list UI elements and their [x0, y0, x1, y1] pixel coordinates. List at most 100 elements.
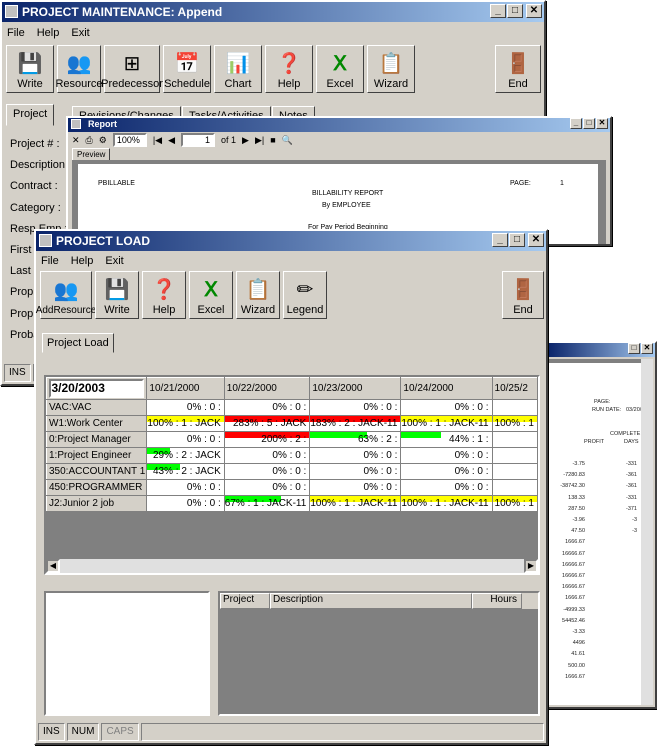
load-cell[interactable]: 100% : 1 : JACK-11 [400, 415, 493, 432]
last-page-icon[interactable]: ▶| [255, 135, 264, 146]
wizard-button[interactable]: 📋 Wizard [367, 45, 415, 93]
column-header[interactable]: 10/22/2000 [223, 377, 311, 400]
load-cell[interactable]: 67% : 1 : JACK-11 [224, 495, 311, 512]
load-cell[interactable]: 43% : 2 : JACK [146, 463, 225, 480]
prev-page-icon[interactable]: ◀ [168, 135, 175, 146]
load-cell[interactable]: 0% : 0 : [146, 431, 225, 448]
load-cell[interactable]: 0% : 0 : [309, 463, 402, 480]
report-title-bar[interactable]: Report _ □ ✕ [68, 118, 610, 132]
column-header[interactable]: 10/25/2 [491, 377, 538, 400]
end-button[interactable]: 🚪 End [502, 271, 544, 319]
row-header[interactable]: VAC:VAC [46, 398, 148, 416]
resource-list[interactable] [44, 591, 210, 716]
load-cell[interactable]: 183% : 2 : JACK-11 [309, 415, 402, 432]
tab-project-load[interactable]: Project Load [42, 333, 114, 353]
end-button[interactable]: 🚪 End [495, 45, 541, 93]
date-input[interactable]: 3/20/2003 [48, 378, 145, 398]
print-icon[interactable]: ⎙ [86, 135, 93, 146]
load-cell[interactable]: 0% : 0 : [400, 399, 493, 416]
setup-icon[interactable]: ⚙ [99, 135, 107, 146]
menu-file[interactable]: File [6, 25, 26, 43]
excel-button[interactable]: Ⅹ Excel [316, 45, 364, 93]
add-resource-button[interactable]: 👥 AddResource [36, 271, 96, 319]
report2-title-bar[interactable]: □ ✕ [548, 343, 655, 357]
column-header[interactable]: Project [220, 593, 270, 609]
next-page-icon[interactable]: ▶ [242, 135, 249, 146]
help-button[interactable]: ❓ Help [142, 271, 186, 319]
column-header[interactable]: 10/21/2000 [146, 377, 225, 400]
row-header[interactable]: 450:PROGRAMMER [46, 478, 148, 496]
maximize-button[interactable]: □ [583, 118, 595, 129]
load-cell[interactable]: 0% : 0 : [309, 479, 402, 496]
table-row[interactable]: 1:Project Engineer 29% : 2 : JACK 0% : 0 :… [46, 446, 538, 464]
row-header[interactable]: 350:ACCOUNTANT 1 [46, 462, 148, 480]
predecessor-button[interactable]: ⊞ Predecessor [101, 45, 163, 93]
load-cell[interactable]: 0% : 0 : [146, 399, 225, 416]
load-cell[interactable]: 0% : 0 : [309, 447, 402, 464]
load-cell[interactable]: 63% : 2 : [309, 431, 402, 448]
row-header[interactable]: 1:Project Engineer [46, 446, 148, 464]
maximize-button[interactable]: □ [628, 343, 640, 354]
zoom-select[interactable]: 100% [112, 133, 147, 147]
menu-help[interactable]: Help [70, 253, 95, 271]
search-icon[interactable]: 🔍 [282, 135, 293, 146]
load-cell[interactable]: 29% : 2 : JACK [146, 447, 225, 464]
maximize-button[interactable]: □ [507, 4, 523, 18]
load-cell[interactable]: 0% : 0 : [224, 399, 311, 416]
load-cell[interactable]: 200% : 2 : [224, 431, 311, 448]
minimize-button[interactable]: _ [492, 233, 508, 247]
page-input[interactable]: 1 [181, 133, 216, 147]
close-button[interactable]: ✕ [596, 118, 608, 129]
help-button[interactable]: ❓ Help [265, 45, 313, 93]
scroll-left-icon[interactable]: ◀ [46, 559, 60, 573]
resource-button[interactable]: 👥 Resource [55, 45, 103, 93]
load-cell[interactable]: 0% : 0 : [309, 399, 402, 416]
load-cell[interactable]: 0% : 0 : [400, 463, 493, 480]
row-header[interactable]: J2:Junior 2 job [46, 494, 148, 512]
menu-exit[interactable]: Exit [104, 253, 124, 271]
table-row[interactable]: 350:ACCOUNTANT 1 43% : 2 : JACK 0% : 0 : 0%… [46, 462, 538, 480]
tab-project[interactable]: Project [6, 104, 55, 126]
table-row[interactable]: 0:Project Manager 0% : 0 : 200% : 2 : 63% :… [46, 430, 538, 448]
load-title-bar[interactable]: PROJECT LOAD _ □ ✕ [36, 231, 546, 251]
minimize-button[interactable]: _ [570, 118, 582, 129]
menu-exit[interactable]: Exit [70, 25, 90, 43]
load-cell[interactable] [492, 399, 538, 416]
row-header[interactable]: 0:Project Manager [46, 430, 148, 448]
excel-button[interactable]: Ⅹ Excel [189, 271, 233, 319]
scrollbar-vertical[interactable] [641, 359, 653, 705]
row-header[interactable]: W1:Work Center [46, 414, 148, 432]
schedule-button[interactable]: 📅 Schedule [163, 45, 211, 93]
load-cell[interactable]: 44% : 1 : [400, 431, 493, 448]
load-cell[interactable]: 100% : 1 [492, 415, 538, 432]
table-row[interactable]: VAC:VAC 0% : 0 : 0% : 0 : 0% : 0 : 0% : 0 : [46, 398, 538, 416]
scrollbar-horizontal[interactable]: ◀ ▶ [46, 559, 538, 573]
table-row[interactable]: 450:PROGRAMMER 0% : 0 : 0% : 0 : 0% : 0 : 0%… [46, 478, 538, 496]
close-icon[interactable]: ✕ [72, 135, 80, 146]
load-cell[interactable] [492, 479, 538, 496]
close-button[interactable]: ✕ [641, 343, 653, 354]
menu-file[interactable]: File [40, 253, 60, 271]
column-header[interactable]: Hours [472, 593, 522, 609]
load-cell[interactable]: 100% : 1 : JACK [146, 415, 225, 432]
load-cell[interactable] [492, 431, 538, 448]
column-header[interactable]: 10/24/2000 [400, 377, 493, 400]
close-button[interactable]: ✕ [526, 4, 542, 18]
minimize-button[interactable]: _ [490, 4, 506, 18]
close-button[interactable]: ✕ [528, 233, 544, 247]
scroll-right-icon[interactable]: ▶ [524, 559, 538, 573]
load-cell[interactable] [492, 447, 538, 464]
chart-button[interactable]: 📊 Chart [214, 45, 262, 93]
load-cell[interactable] [492, 463, 538, 480]
maximize-button[interactable]: □ [509, 233, 525, 247]
load-cell[interactable]: 283% : 5 : JACK [224, 415, 311, 432]
load-cell[interactable]: 0% : 0 : [224, 447, 311, 464]
write-button[interactable]: 💾 Write [6, 45, 54, 93]
load-cell[interactable]: 0% : 0 : [146, 495, 225, 512]
load-cell[interactable]: 100% : 1 : JACK-11 [309, 495, 402, 512]
write-button[interactable]: 💾 Write [95, 271, 139, 319]
menu-help[interactable]: Help [36, 25, 61, 43]
load-cell[interactable]: 0% : 0 : [146, 479, 225, 496]
load-cell[interactable]: 0% : 0 : [400, 447, 493, 464]
load-cell[interactable]: 0% : 0 : [224, 463, 311, 480]
